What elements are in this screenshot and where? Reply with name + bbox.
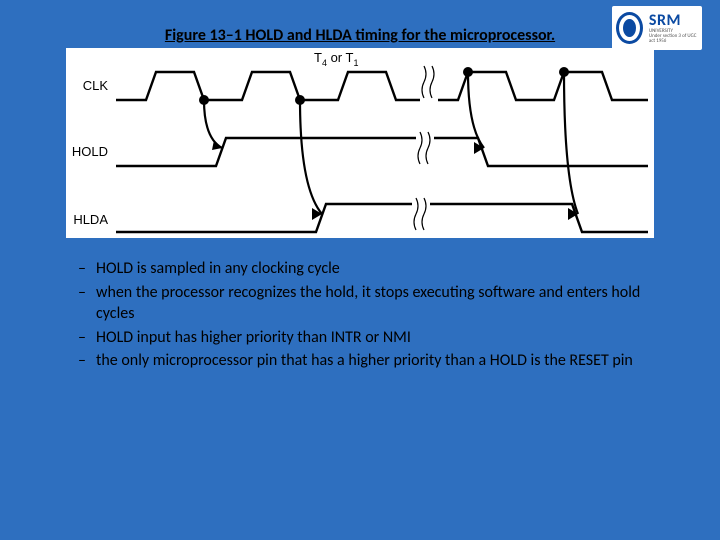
list-item: – HOLD input has higher priority than IN… [78, 327, 672, 349]
bullet-dash-icon: – [78, 350, 96, 372]
list-item: – HOLD is sampled in any clocking cycle [78, 258, 672, 280]
signal-label-clk: CLK [83, 78, 109, 93]
bullet-text: the only microprocessor pin that has a h… [96, 350, 672, 372]
dependency-arrows [199, 67, 578, 220]
figure-caption: Figure 13–1 HOLD and HLDA timing for the… [0, 26, 720, 45]
timing-diagram: .w{stroke:#000;stroke-width:2.4;fill:non… [66, 48, 654, 238]
bullet-text: HOLD input has higher priority than INTR… [96, 327, 672, 349]
bullet-dash-icon: – [78, 327, 96, 349]
bullet-list: – HOLD is sampled in any clocking cycle … [78, 258, 672, 374]
bullet-text: when the processor recognizes the hold, … [96, 282, 672, 325]
signal-label-hlda: HLDA [73, 212, 108, 227]
list-item: – when the processor recognizes the hold… [78, 282, 672, 325]
list-item: – the only microprocessor pin that has a… [78, 350, 672, 372]
bullet-dash-icon: – [78, 282, 96, 325]
time-label: T4 or T1 [314, 50, 359, 68]
bullet-dash-icon: – [78, 258, 96, 280]
signal-label-hold: HOLD [72, 144, 108, 159]
bullet-text: HOLD is sampled in any clocking cycle [96, 258, 672, 280]
